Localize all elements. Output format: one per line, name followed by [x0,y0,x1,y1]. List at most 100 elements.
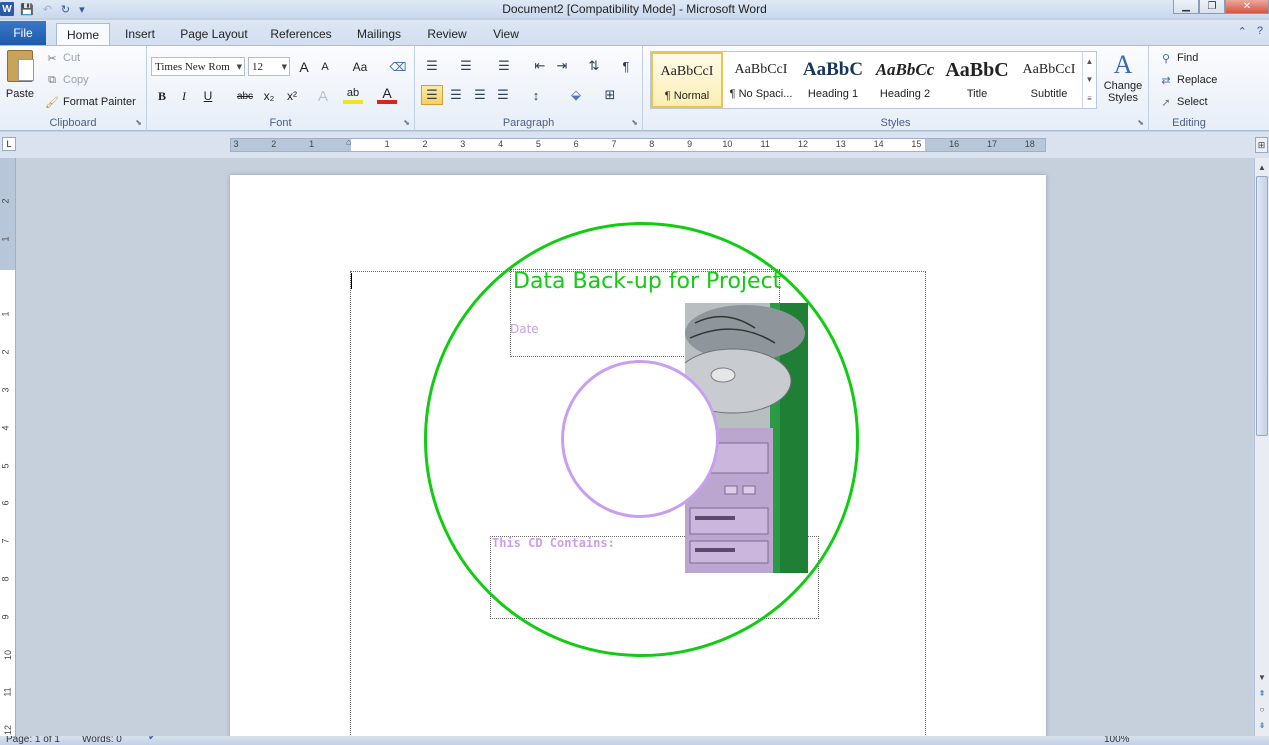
decrease-indent-icon[interactable]: ⇤ [529,56,551,76]
line-spacing-icon[interactable]: ↕ [525,85,547,105]
sort-icon[interactable]: ⇅ [583,56,605,76]
indent-marker-icon[interactable]: ⌂ [346,137,351,147]
style-title[interactable]: AaBbC Title [941,52,1013,108]
replace-label: Replace [1177,74,1218,86]
zoom-level[interactable]: 100% [1104,736,1130,745]
tab-selector-icon[interactable]: L [2,137,16,151]
grow-font-button[interactable]: A [295,58,313,76]
cd-contents-heading[interactable]: This CD Contains: [492,536,615,550]
change-case-button[interactable]: Aa [347,58,373,76]
font-size-combo[interactable]: 12 ▼ [248,57,290,76]
text-effects-button[interactable]: A [313,87,333,105]
paintbrush-icon: 🖌 [45,96,59,109]
paragraph-group-label: Paragraph [502,117,555,129]
subscript-button[interactable]: x₂ [260,87,278,105]
editing-group-label: Editing [1172,117,1206,129]
shrink-font-button[interactable]: A [317,58,333,76]
help-area: ⌃ ? [1238,25,1263,38]
paste-label: Paste [5,88,35,100]
word-count[interactable]: Words: 0 [82,736,122,745]
tab-home[interactable]: Home [56,23,110,45]
ruler-tick-label: 3 [233,139,239,149]
styles-gallery: AaBbCcI ¶ Normal AaBbCcI ¶ No Spaci... A… [650,51,1097,109]
find-button[interactable]: ⚲ Find [1159,52,1198,65]
style-heading-2[interactable]: AaBbCc Heading 2 [869,52,941,108]
cd-inner-ring[interactable] [561,360,719,518]
align-center-icon[interactable]: ☰ [445,85,467,105]
select-button[interactable]: ➚ Select [1159,96,1207,109]
tab-page-layout[interactable]: Page Layout [176,23,252,45]
align-right-icon[interactable]: ☰ [469,85,491,105]
replace-button[interactable]: ⇄ Replace [1159,74,1218,87]
document-page[interactable]: Data Back-up for Project Date This CD Co… [230,175,1046,745]
gallery-more-icon[interactable]: ≡ [1087,94,1092,103]
vertical-ruler[interactable]: 2 1 1 2 3 4 5 6 7 8 9 10 11 12 [0,158,16,736]
scroll-down-icon[interactable]: ▼ [1255,670,1269,684]
font-launcher-icon[interactable]: ⬊ [403,118,410,127]
gallery-down-icon[interactable]: ▼ [1086,75,1094,84]
bullets-icon[interactable]: ☰ [421,56,443,76]
show-marks-button[interactable]: ¶ [615,56,637,76]
highlight-button[interactable]: ab [343,86,363,104]
format-painter-button[interactable]: 🖌 Format Painter [45,96,136,109]
clipboard-launcher-icon[interactable]: ⬊ [135,118,142,127]
style-normal[interactable]: AaBbCcI ¶ Normal [651,52,723,108]
vertical-scrollbar[interactable]: ▲ ▼ ⇞ ○ ⇟ [1254,158,1269,736]
view-ruler-icon[interactable]: ⊞ [1255,137,1268,153]
chevron-down-icon[interactable]: ▼ [282,63,287,71]
chevron-down-icon[interactable]: ▼ [237,63,242,71]
paste-button[interactable]: Paste [4,50,36,110]
maximize-button[interactable]: ❐ [1199,0,1225,14]
next-page-icon[interactable]: ⇟ [1255,718,1269,732]
ruler-tick-label: 3 [460,139,466,149]
tab-review[interactable]: Review [421,23,473,45]
numbering-icon[interactable]: ☰ [455,56,477,76]
style-heading-1[interactable]: AaBbC Heading 1 [797,52,869,108]
font-family-combo[interactable]: Times New Rom ▼ [151,57,245,76]
tab-insert[interactable]: Insert [118,23,162,45]
style-no-spacing[interactable]: AaBbCcI ¶ No Spaci... [725,52,797,108]
scroll-thumb[interactable] [1256,176,1268,436]
binoculars-icon: ⚲ [1161,52,1171,65]
cd-title[interactable]: Data Back-up for Project [513,269,781,294]
tab-file[interactable]: File [0,21,46,45]
proofing-icon[interactable]: ✔ [148,736,156,743]
multilevel-list-icon[interactable]: ☰ [493,56,515,76]
clear-formatting-icon[interactable]: ⌫ [389,58,407,76]
styles-launcher-icon[interactable]: ⬊ [1137,118,1144,127]
change-styles-button[interactable]: A Change Styles [1100,50,1146,112]
italic-button[interactable]: I [175,87,193,105]
justify-icon[interactable]: ☰ [492,85,514,105]
browse-object-icon[interactable]: ○ [1255,702,1269,716]
previous-page-icon[interactable]: ⇞ [1255,686,1269,700]
paragraph-launcher-icon[interactable]: ⬊ [631,118,638,127]
left-margin-shade [231,139,351,151]
copy-button[interactable]: ⧉ Copy [45,74,89,87]
close-button[interactable]: ✕ [1225,0,1269,14]
underline-button[interactable]: U [199,87,217,105]
borders-icon[interactable]: ⊞ [599,85,621,105]
superscript-button[interactable]: x² [283,87,301,105]
bold-button[interactable]: B [153,87,171,105]
tab-view[interactable]: View [487,23,525,45]
tab-references[interactable]: References [266,23,336,45]
cd-date[interactable]: Date [510,322,539,336]
strikethrough-button[interactable]: abc [234,87,256,105]
font-color-button[interactable]: A [377,85,397,104]
top-margin-shade [0,158,15,270]
gallery-up-icon[interactable]: ▲ [1086,57,1094,66]
paste-icon [7,50,34,82]
help-icon[interactable]: ? [1257,25,1263,38]
minimize-ribbon-icon[interactable]: ⌃ [1238,25,1247,38]
minimize-button[interactable]: ▁ [1173,0,1199,14]
increase-indent-icon[interactable]: ⇥ [551,56,573,76]
cut-button[interactable]: ✂ Cut [45,52,80,65]
style-subtitle[interactable]: AaBbCcI Subtitle [1013,52,1085,108]
ruler-tick-label: 17 [986,139,998,149]
align-left-button[interactable]: ☰ [421,85,443,105]
page-count[interactable]: Page: 1 of 1 [6,736,60,745]
horizontal-ruler[interactable]: 3 2 1 1 2 3 4 5 6 7 8 9 10 11 12 13 14 15 16 17 18 ⌂ [230,137,1046,152]
tab-mailings[interactable]: Mailings [350,23,408,45]
shading-icon[interactable]: ⬙ [565,85,587,105]
scroll-up-icon[interactable]: ▲ [1255,160,1269,174]
